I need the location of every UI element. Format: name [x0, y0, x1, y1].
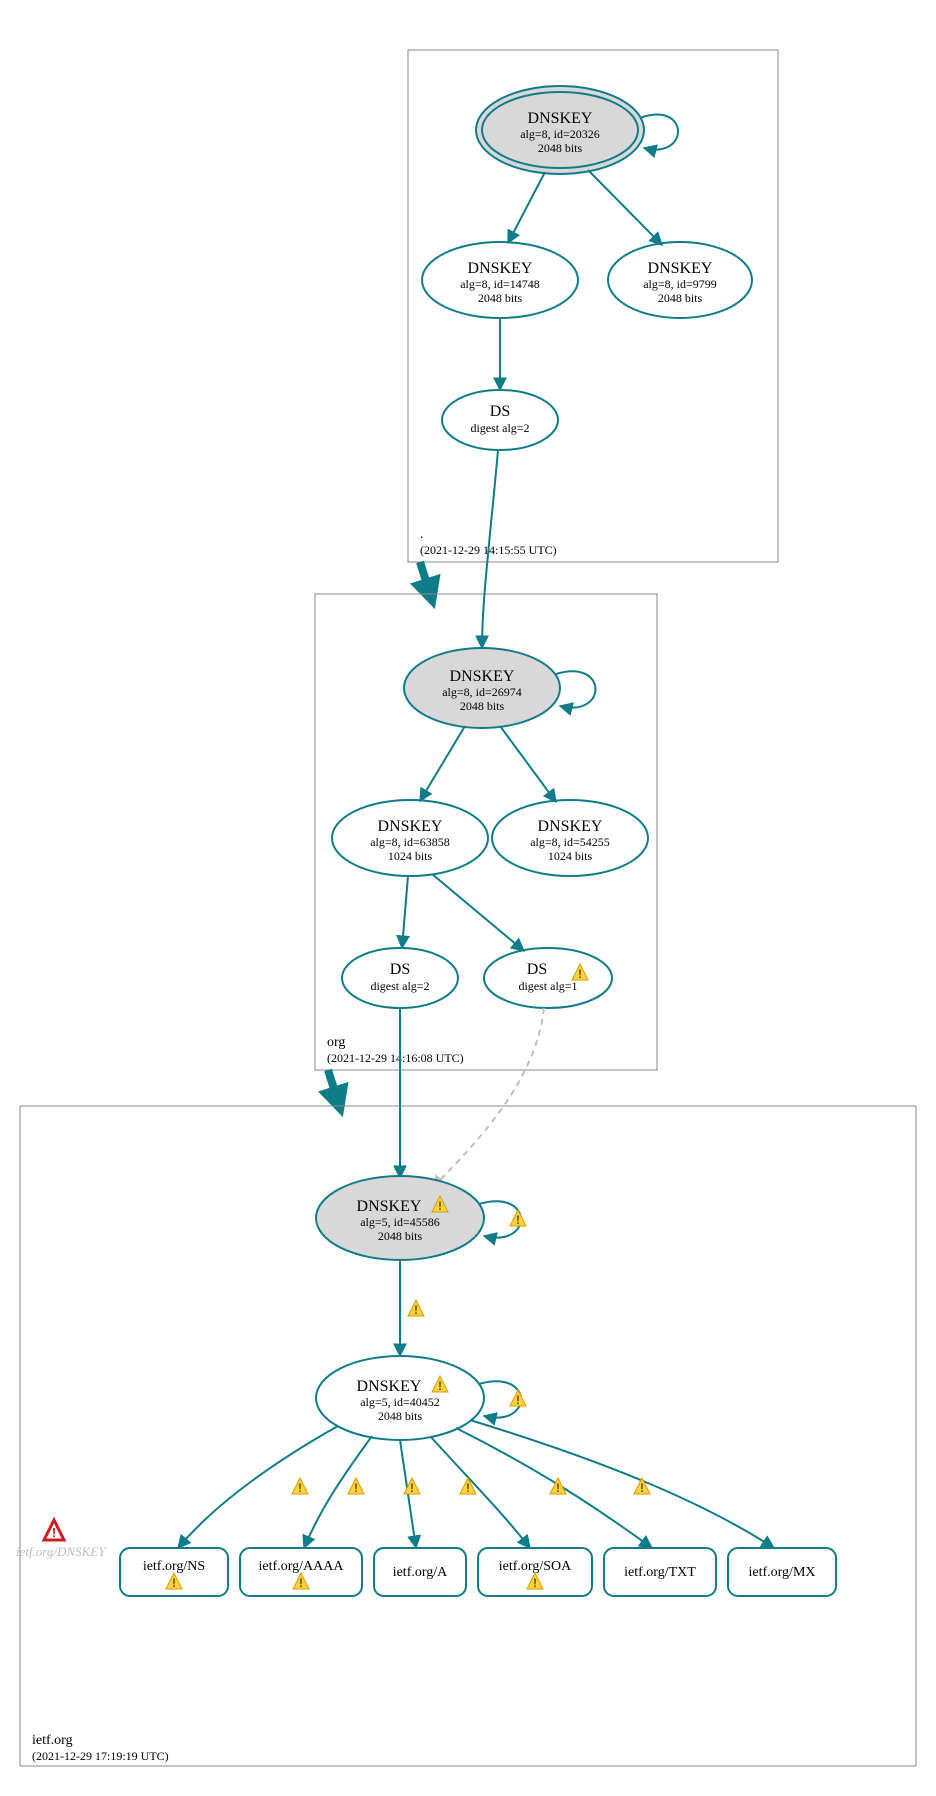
zone-ietf-timestamp: (2021-12-29 17:19:19 UTC): [32, 1749, 169, 1763]
svg-text:alg=8, id=26974: alg=8, id=26974: [442, 685, 522, 699]
self-loop-org-ksk: [556, 671, 596, 707]
svg-text:DS: DS: [490, 403, 510, 420]
leaf-mx[interactable]: ietf.org/MX: [728, 1548, 836, 1596]
svg-text:!: !: [414, 1303, 418, 1317]
svg-text:DNSKEY: DNSKEY: [378, 818, 443, 835]
svg-text:ietf.org/MX: ietf.org/MX: [748, 1565, 815, 1580]
svg-text:!: !: [410, 1481, 414, 1495]
svg-text:alg=8, id=9799: alg=8, id=9799: [643, 277, 717, 291]
node-org-ds2[interactable]: DS digest alg=1: [484, 948, 612, 1008]
node-org-ksk[interactable]: DNSKEY alg=8, id=26974 2048 bits: [404, 648, 560, 728]
warn-icon: !: [292, 1478, 308, 1495]
leaf-a[interactable]: ietf.org/A: [374, 1548, 466, 1596]
svg-text:2048 bits: 2048 bits: [478, 291, 523, 305]
svg-text:!: !: [578, 967, 582, 981]
svg-text:digest alg=2: digest alg=2: [470, 421, 529, 435]
delegation-arrow-org-ietf: [328, 1070, 340, 1108]
svg-text:digest alg=2: digest alg=2: [370, 979, 429, 993]
svg-text:!: !: [438, 1199, 442, 1213]
warn-icon: !: [408, 1300, 424, 1317]
svg-text:2048 bits: 2048 bits: [538, 141, 583, 155]
warn-icon: !: [510, 1210, 526, 1227]
svg-text:alg=5, id=45586: alg=5, id=45586: [360, 1215, 440, 1229]
node-root-zsk1[interactable]: DNSKEY alg=8, id=14748 2048 bits: [422, 242, 578, 318]
zone-org-timestamp: (2021-12-29 14:16:08 UTC): [327, 1051, 464, 1065]
svg-text:ietf.org/A: ietf.org/A: [393, 1565, 448, 1580]
svg-text:DNSKEY: DNSKEY: [648, 260, 713, 277]
node-root-ds[interactable]: DS digest alg=2: [442, 390, 558, 450]
svg-text:1024 bits: 1024 bits: [548, 849, 593, 863]
svg-text:DNSKEY: DNSKEY: [450, 668, 515, 685]
svg-text:!: !: [52, 1525, 56, 1540]
svg-text:alg=5, id=40452: alg=5, id=40452: [360, 1395, 440, 1409]
node-org-zsk2[interactable]: DNSKEY alg=8, id=54255 1024 bits: [492, 800, 648, 876]
svg-text:!: !: [438, 1379, 442, 1393]
node-root-zsk2[interactable]: DNSKEY alg=8, id=9799 2048 bits: [608, 242, 752, 318]
edge-zsk-ns: [178, 1426, 338, 1548]
warn-icon: !: [510, 1390, 526, 1407]
svg-text:!: !: [556, 1481, 560, 1495]
node-org-zsk1[interactable]: DNSKEY alg=8, id=63858 1024 bits: [332, 800, 488, 876]
self-loop-root-ksk: [640, 115, 678, 150]
svg-text:DNSKEY: DNSKEY: [538, 818, 603, 835]
svg-text:ietf.org/NS: ietf.org/NS: [143, 1559, 205, 1574]
svg-text:!: !: [516, 1213, 520, 1227]
svg-text:alg=8, id=63858: alg=8, id=63858: [370, 835, 450, 849]
svg-text:digest alg=1: digest alg=1: [518, 979, 577, 993]
node-root-ksk[interactable]: DNSKEY alg=8, id=20326 2048 bits: [476, 86, 644, 174]
edge-orgzsk1-ds2: [432, 874, 524, 951]
svg-text:2048 bits: 2048 bits: [378, 1229, 423, 1243]
svg-text:!: !: [533, 1576, 537, 1590]
zone-ietf-name: ietf.org: [32, 1733, 73, 1748]
edge-orgds2-ietfksk-dashed: [432, 1008, 544, 1188]
node-ietf-ksk[interactable]: DNSKEY alg=5, id=45586 2048 bits: [316, 1176, 484, 1260]
edge-rootksk-zsk2: [588, 170, 662, 245]
svg-text:!: !: [298, 1481, 302, 1495]
zone-org-name: org: [327, 1035, 345, 1050]
leaf-txt[interactable]: ietf.org/TXT: [604, 1548, 716, 1596]
svg-text:DNSKEY: DNSKEY: [357, 1198, 422, 1215]
svg-text:!: !: [354, 1481, 358, 1495]
warn-icon: !: [348, 1478, 364, 1495]
svg-text:DNSKEY: DNSKEY: [468, 260, 533, 277]
svg-text:DS: DS: [527, 961, 547, 978]
edge-zsk-soa: [430, 1436, 530, 1548]
svg-text:2048 bits: 2048 bits: [658, 291, 703, 305]
edge-orgksk-zsk1: [420, 726, 465, 801]
svg-text:ietf.org/DNSKEY: ietf.org/DNSKEY: [16, 1544, 107, 1559]
svg-text:DNSKEY: DNSKEY: [528, 110, 593, 127]
missing-dnskey: ietf.org/DNSKEY: [16, 1544, 107, 1559]
node-ietf-zsk[interactable]: DNSKEY alg=5, id=40452 2048 bits: [316, 1356, 484, 1440]
svg-text:alg=8, id=54255: alg=8, id=54255: [530, 835, 610, 849]
svg-text:alg=8, id=20326: alg=8, id=20326: [520, 127, 600, 141]
svg-text:DS: DS: [390, 961, 410, 978]
zone-root-name: .: [420, 527, 424, 542]
svg-text:!: !: [299, 1576, 303, 1590]
svg-text:!: !: [640, 1481, 644, 1495]
edge-rootksk-zsk1: [508, 172, 545, 243]
svg-text:ietf.org/TXT: ietf.org/TXT: [624, 1565, 696, 1580]
svg-text:DNSKEY: DNSKEY: [357, 1378, 422, 1395]
node-org-ds1[interactable]: DS digest alg=2: [342, 948, 458, 1008]
edge-orgzsk1-ds1: [402, 876, 408, 948]
edge-zsk-mx: [470, 1420, 774, 1548]
edge-orgksk-zsk2: [500, 726, 556, 802]
svg-text:2048 bits: 2048 bits: [460, 699, 505, 713]
warn-icon: !: [634, 1478, 650, 1495]
svg-text:alg=8, id=14748: alg=8, id=14748: [460, 277, 540, 291]
svg-text:!: !: [172, 1576, 176, 1590]
warn-icon: !: [460, 1478, 476, 1495]
svg-text:!: !: [466, 1481, 470, 1495]
svg-text:ietf.org/SOA: ietf.org/SOA: [499, 1559, 572, 1574]
svg-text:!: !: [516, 1393, 520, 1407]
svg-text:2048 bits: 2048 bits: [378, 1409, 423, 1423]
svg-text:1024 bits: 1024 bits: [388, 849, 433, 863]
error-icon: !: [44, 1520, 64, 1540]
svg-text:ietf.org/AAAA: ietf.org/AAAA: [259, 1559, 345, 1574]
